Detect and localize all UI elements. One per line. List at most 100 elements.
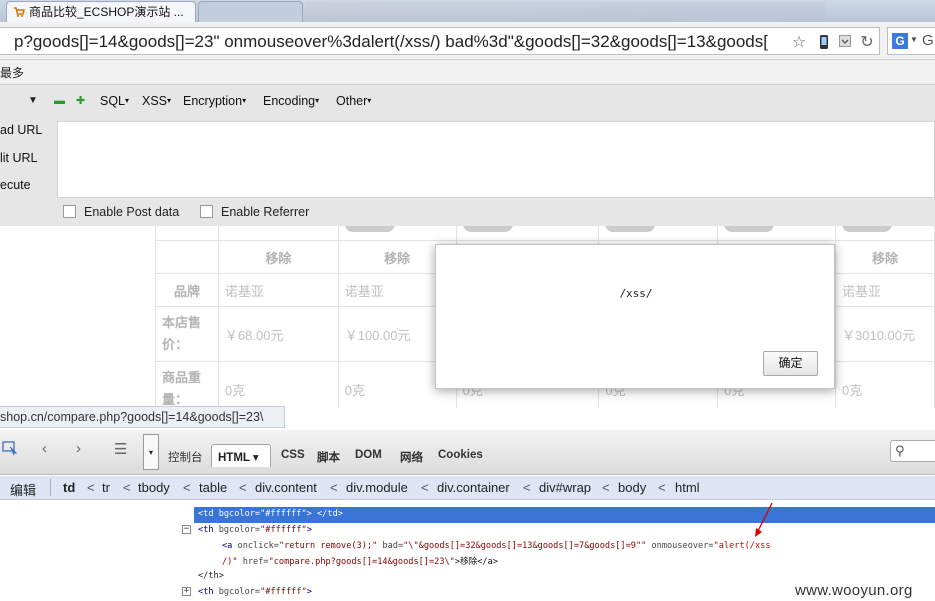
tab-bar: 商品比较_ECSHOP演示站 ... [0,0,935,22]
star-icon[interactable]: ☆ [790,34,808,52]
hackbar-url-textarea[interactable] [57,121,935,198]
breadcrumb-div-content[interactable]: div.content [255,480,317,495]
edit-button[interactable]: 编辑 [10,480,36,499]
execute-button[interactable]: ecute [0,178,31,192]
hackbar: ▼ ▬ ✚ SQL▾ XSS▾ Encryption▾ Encoding▾ Ot… [0,84,935,226]
tab-cookies[interactable]: Cookies [438,449,483,461]
watermark: www.wooyun.org [795,582,913,599]
collapse-icon[interactable]: − [182,525,191,534]
breadcrumb-html[interactable]: html [675,480,700,495]
chevron-down-icon: ▼ [910,35,918,44]
row-label: 品牌 [155,273,219,307]
breadcrumb-div-module[interactable]: div.module [346,480,408,495]
tab-title: 商品比较_ECSHOP演示站 ... [29,5,184,19]
breadcrumb-tbody[interactable]: tbody [138,480,170,495]
breadcrumb-sep: < [523,480,531,495]
url-text: p?goods[]=14&goods[]=23" onmouseover%3da… [14,32,768,51]
alert-dialog: /xss/ 确定 [435,244,835,389]
ok-button[interactable]: 确定 [763,351,818,376]
firebug-search[interactable]: ⚲ [890,440,935,462]
remove-link[interactable]: 移除 [217,240,339,274]
dropdown-button[interactable]: ▾ [143,434,159,470]
split-url-button[interactable]: lit URL [0,151,38,165]
table-cell: 0克 [217,361,339,408]
cart-icon [14,7,25,17]
chevron-down-icon: ▼ [28,95,38,106]
enable-post-checkbox[interactable]: Enable Post data [63,205,179,221]
tab-inactive[interactable] [198,1,303,22]
product-image [462,226,513,232]
code-line-th-close: </th> [198,571,224,581]
table-cell: ￥68.00元 [217,306,339,362]
reload-icon[interactable]: ↻ [858,34,876,52]
load-url-button[interactable]: ad URL [0,123,42,137]
breadcrumb-div-wrap[interactable]: div#wrap [539,480,591,495]
table-cell: 诺基亚 [217,273,339,307]
code-line-th: <th bgcolor="#ffffff"> [198,525,312,535]
breadcrumb-td[interactable]: td [63,480,75,495]
tab-script[interactable]: 脚本 [317,449,340,465]
tab-html[interactable]: HTML ▾ [211,444,271,467]
search-engine-text: G [922,32,934,49]
code-line-anchor-cont: /)" href="compare.php?goods[]=14&goods[]… [222,557,498,567]
tab-dom[interactable]: DOM [355,449,382,461]
firebug-panel: ‹ › ☰ ▾ 控制台 HTML ▾ CSS 脚本 DOM 网络 Cookies… [0,430,935,601]
code-line-th2: <th bgcolor="#ffffff"> [198,587,312,597]
hackbar-toolbar: ▼ ▬ ✚ SQL▾ XSS▾ Encryption▾ Encoding▾ Ot… [0,85,935,121]
search-icon: ⚲ [895,443,905,458]
search-engine-box[interactable]: G ▼ G [887,27,935,55]
breadcrumb-sep: < [87,480,95,495]
code-line-td: <td bgcolor="#ffffff"> </td> [198,509,343,519]
breadcrumb-sep: < [123,480,131,495]
enable-referrer-checkbox[interactable]: Enable Referrer [200,205,309,221]
menu-encoding[interactable]: Encoding▾ [263,94,319,108]
inspect-icon[interactable] [2,440,18,460]
tab-console[interactable]: 控制台 [168,449,203,465]
breadcrumb-sep: < [602,480,610,495]
code-line-anchor: <a onclick="return remove(3);" bad="\"&g… [222,541,771,551]
product-image [344,226,395,232]
breadcrumb-div-container[interactable]: div.container [437,480,510,495]
dropdown-icon[interactable] [836,34,854,52]
menu-encryption[interactable]: Encryption▾ [183,94,246,108]
blurred-area [305,2,825,20]
status-url: shop.cn/compare.php?goods[]=14&goods[]=2… [0,410,264,424]
menu-sql[interactable]: SQL▾ [100,94,129,108]
product-image [842,226,893,232]
alert-message: /xss/ [619,287,653,300]
product-image [605,226,656,232]
breadcrumb-table[interactable]: table [199,480,227,495]
menu-icon[interactable]: ☰ [114,440,127,458]
row-label: 本店售价： [155,306,219,362]
table-cell: 0克 [835,361,935,408]
tab-net[interactable]: 网络 [400,449,423,465]
breadcrumb-body[interactable]: body [618,480,646,495]
menu-xss[interactable]: XSS▾ [142,94,171,108]
forward-icon[interactable]: › [76,440,81,457]
tab-active[interactable]: 商品比较_ECSHOP演示站 ... [6,1,196,22]
back-icon[interactable]: ‹ [42,440,47,457]
table-cell: ￥3010.00元 [835,306,935,362]
breadcrumb-sep: < [421,480,429,495]
tab-css[interactable]: CSS [281,449,305,461]
minus-icon[interactable]: ▬ [54,96,65,107]
product-image [724,226,775,232]
bookmark-item[interactable]: 最多 [0,64,24,81]
phone-icon[interactable] [815,34,833,52]
url-input[interactable]: p?goods[]=14&goods[]=23" onmouseover%3da… [0,27,880,55]
firebug-toolbar: ‹ › ☰ ▾ 控制台 HTML ▾ CSS 脚本 DOM 网络 Cookies… [0,430,935,475]
expand-icon[interactable]: + [182,587,191,596]
breadcrumb-sep: < [239,480,247,495]
menu-other[interactable]: Other▾ [336,94,371,108]
plus-icon[interactable]: ✚ [76,96,85,107]
divider [50,479,51,496]
table-row [155,226,935,241]
breadcrumb-sep: < [658,480,666,495]
google-icon: G [892,33,908,49]
remove-link[interactable]: 移除 [835,240,935,274]
breadcrumb-tr[interactable]: tr [102,480,110,495]
bookmarks-bar: 最多 [0,60,935,84]
hackbar-select[interactable]: ▼ [0,91,42,113]
breadcrumb: 编辑 td < tr < tbody < table < div.content… [0,476,935,500]
table-cell: 诺基亚 [835,273,935,307]
